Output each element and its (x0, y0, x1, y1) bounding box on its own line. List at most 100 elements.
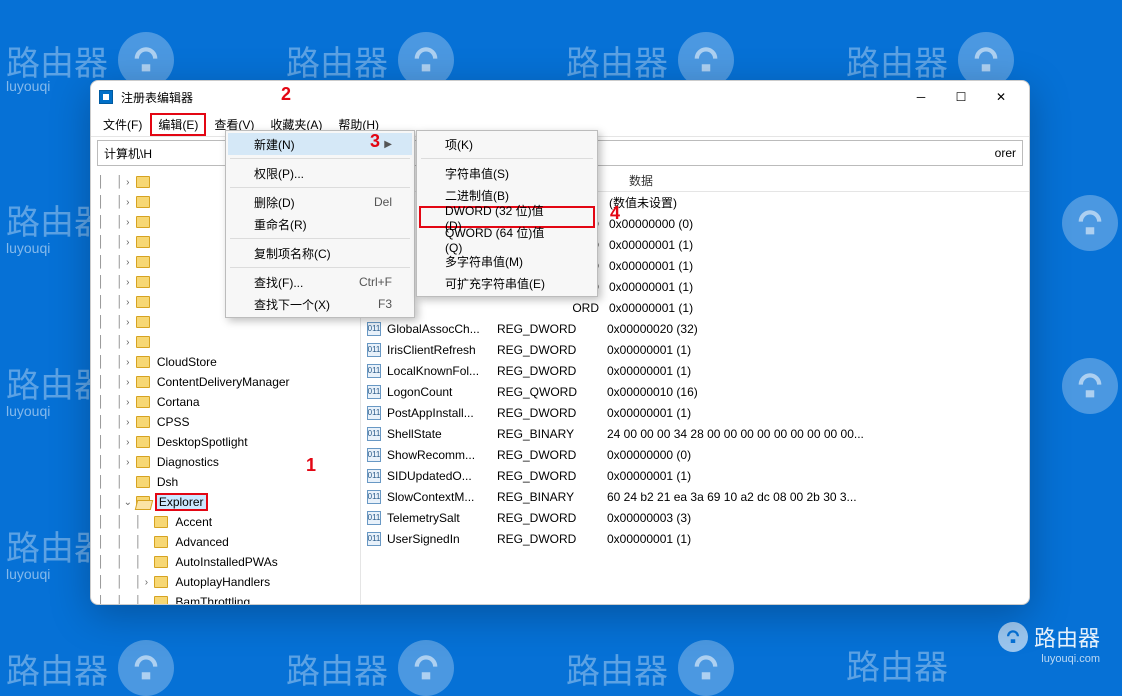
value-name: IrisClientRefresh (385, 343, 495, 357)
list-row[interactable]: 011IrisClientRefreshREG_DWORD0x00000001 … (361, 339, 1029, 360)
tree-row[interactable]: │ │›ContentDeliveryManager (91, 372, 360, 392)
list-row[interactable]: 011ShellStateREG_BINARY24 00 00 00 34 28… (361, 423, 1029, 444)
tree-row[interactable]: │ │›CloudStore (91, 352, 360, 372)
tree-row[interactable]: │ │› (91, 332, 360, 352)
folder-icon (154, 596, 168, 604)
value-type: REG_DWORD (495, 448, 605, 462)
folder-icon (136, 416, 150, 428)
new-string[interactable]: 字符串值(S) (419, 162, 595, 184)
folder-icon (154, 576, 168, 588)
tree-row[interactable]: │ │ │ Accent (91, 512, 360, 532)
maximize-button[interactable]: ☐ (941, 83, 981, 111)
list-row[interactable]: 011LogonCountREG_QWORD0x00000010 (16) (361, 381, 1029, 402)
tree-toggle-icon[interactable]: › (122, 377, 134, 388)
tree-toggle-icon[interactable]: › (140, 577, 152, 588)
value-name: ShowRecomm... (385, 448, 495, 462)
reg-value-icon: 011 (367, 343, 381, 357)
path-tail: orer (995, 146, 1016, 160)
watermark (1062, 358, 1118, 414)
tree-row[interactable]: │ │ │ Advanced (91, 532, 360, 552)
tree-label[interactable]: DesktopSpotlight (155, 435, 250, 449)
tree-row[interactable]: │ │›CPSS (91, 412, 360, 432)
tree-label[interactable]: Dsh (155, 475, 180, 489)
menu-permissions[interactable]: 权限(P)... (228, 162, 412, 184)
tree-toggle-icon[interactable]: › (122, 357, 134, 368)
minimize-button[interactable]: ─ (901, 83, 941, 111)
tree-label[interactable]: Accent (173, 515, 214, 529)
tree-label[interactable]: Advanced (173, 535, 230, 549)
folder-icon (136, 396, 150, 408)
list-row[interactable]: 011TelemetrySaltREG_DWORD0x00000003 (3) (361, 507, 1029, 528)
col-data[interactable]: 数据 (621, 172, 1029, 189)
menu-find-next[interactable]: 查找下一个(X)F3 (228, 293, 412, 315)
menu-delete[interactable]: 删除(D)Del (228, 191, 412, 213)
value-name: ShellState (385, 427, 495, 441)
tree-toggle-icon[interactable]: ⌄ (122, 497, 134, 508)
tree-label[interactable]: AutoplayHandlers (173, 575, 272, 589)
tree-row[interactable]: │ │ │ BamThrottling (91, 592, 360, 604)
tree-label[interactable]: BamThrottling (173, 595, 252, 604)
tree-toggle-icon[interactable]: › (122, 417, 134, 428)
tree-row[interactable]: │ │›Cortana (91, 392, 360, 412)
tree-label[interactable]: AutoInstalledPWAs (173, 555, 279, 569)
tree-row[interactable]: │ │›Diagnostics (91, 452, 360, 472)
tree-label[interactable]: Diagnostics (155, 455, 221, 469)
list-row[interactable]: 011ShowRecomm...REG_DWORD0x00000000 (0) (361, 444, 1029, 465)
tree-row[interactable]: │ │ │ AutoInstalledPWAs (91, 552, 360, 572)
menu-file[interactable]: 文件(F) (95, 113, 150, 136)
reg-value-icon: 011 (367, 322, 381, 336)
list-row[interactable]: 011PostAppInstall...REG_DWORD0x00000001 … (361, 402, 1029, 423)
list-row[interactable]: ORD0x00000001 (1) (361, 297, 1029, 318)
value-type: REG_DWORD (495, 406, 605, 420)
list-row[interactable]: 011SlowContextM...REG_BINARY60 24 b2 21 … (361, 486, 1029, 507)
titlebar[interactable]: 注册表编辑器 ─ ☐ ✕ (91, 81, 1029, 113)
list-row[interactable]: 011GlobalAssocCh...REG_DWORD0x00000020 (… (361, 318, 1029, 339)
list-row[interactable]: 011UserSignedInREG_DWORD0x00000001 (1) (361, 528, 1029, 549)
list-row[interactable]: 011SIDUpdatedO...REG_DWORD0x00000001 (1) (361, 465, 1029, 486)
menu-new[interactable]: 新建(N)▶ (228, 133, 412, 155)
reg-value-icon: 011 (367, 469, 381, 483)
value-name: SlowContextM... (385, 490, 495, 504)
watermark (1062, 195, 1118, 251)
new-qword[interactable]: QWORD (64 位)值(Q) (419, 228, 595, 250)
menu-copy-key-name[interactable]: 复制项名称(C) (228, 242, 412, 264)
value-data: 0x00000001 (1) (605, 406, 1029, 420)
value-type: REG_DWORD (495, 322, 605, 336)
watermark: 路由器 (846, 640, 948, 689)
reg-value-icon: 011 (367, 385, 381, 399)
folder-icon (154, 516, 168, 528)
value-data: 0x00000001 (1) (605, 343, 1029, 357)
value-name: UserSignedIn (385, 532, 495, 546)
folder-icon (136, 436, 150, 448)
value-data: 0x00000003 (3) (605, 511, 1029, 525)
tree-row[interactable]: │ │ │›AutoplayHandlers (91, 572, 360, 592)
menu-edit[interactable]: 编辑(E) (150, 113, 206, 136)
list-row[interactable]: 011LocalKnownFol...REG_DWORD0x00000001 (… (361, 360, 1029, 381)
edit-menu-dropdown: 新建(N)▶ 权限(P)... 删除(D)Del 重命名(R) 复制项名称(C)… (225, 130, 415, 318)
tree-row[interactable]: │ │⌄Explorer (91, 492, 360, 512)
value-data: (数值未设置) (607, 194, 1029, 211)
tree-label[interactable]: Explorer (155, 493, 208, 511)
value-data: 0x00000000 (0) (607, 217, 1029, 231)
new-expand-string[interactable]: 可扩充字符串值(E) (419, 272, 595, 294)
tree-toggle-icon[interactable]: › (122, 437, 134, 448)
menu-find[interactable]: 查找(F)...Ctrl+F (228, 271, 412, 293)
window-title: 注册表编辑器 (121, 89, 193, 106)
tree-row[interactable]: │ │›DesktopSpotlight (91, 432, 360, 452)
tree-toggle-icon[interactable]: › (122, 457, 134, 468)
regedit-icon (99, 90, 113, 104)
new-key[interactable]: 项(K) (419, 133, 595, 155)
tree-toggle-icon[interactable]: › (122, 397, 134, 408)
value-name: LocalKnownFol... (385, 364, 495, 378)
close-button[interactable]: ✕ (981, 83, 1021, 111)
tree-label[interactable]: ContentDeliveryManager (155, 375, 292, 389)
tree-row[interactable]: │ │ Dsh (91, 472, 360, 492)
watermark-sub: luyouqi (6, 240, 50, 256)
tree-label[interactable]: CloudStore (155, 355, 219, 369)
tree-label[interactable]: CPSS (155, 415, 192, 429)
new-multi-string[interactable]: 多字符串值(M) (419, 250, 595, 272)
value-data: 0x00000001 (1) (607, 238, 1029, 252)
menu-rename[interactable]: 重命名(R) (228, 213, 412, 235)
watermark: 路由器 (6, 640, 174, 696)
tree-label[interactable]: Cortana (155, 395, 202, 409)
